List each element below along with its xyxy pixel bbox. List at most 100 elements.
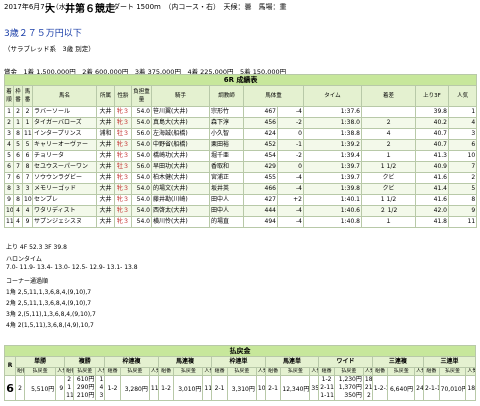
result-rank: 5 (4, 150, 14, 162)
payout-r-label: R (3, 356, 17, 376)
result-trainer: 宗形竹 (209, 106, 244, 118)
hdr-win: 単勝 (15, 356, 66, 368)
payout-subheader: 人気 (362, 367, 373, 376)
result-bracket: 1 (13, 117, 23, 129)
result-horse-no: 11 (22, 128, 33, 140)
payout-subheader: 組番 (423, 367, 440, 376)
payout-title: 払戻金 (4, 345, 476, 357)
halon-times: 7.0- 11.9- 13.4- 13.0- 12.5- 12.9- 13.1-… (6, 264, 138, 271)
result-rank: 2 (4, 117, 14, 129)
result-weight-change: -1 (277, 139, 304, 151)
result-horse-name: チョリータ (32, 150, 97, 162)
result-horse-no: 8 (22, 161, 33, 173)
result-sex-age: 牡３ (114, 128, 132, 140)
result-popularity: 3 (447, 128, 478, 140)
hdr-exacta: 馬連単 (264, 356, 320, 368)
col-trainer: 調教師 (209, 85, 244, 107)
bq-pay: 3,280円 (119, 375, 150, 401)
result-popularity: 9 (447, 205, 478, 217)
result-row: 7 6 7 ソウウンラグビー 大井 牝３ 54.0 柏木健(大井) 宮浦正 455 -4 1:39.7… (4, 172, 478, 184)
result-margin: １ (361, 216, 416, 228)
col-horse-weight: 馬体重 (243, 85, 304, 107)
q-pay: 3,010円 (173, 375, 204, 401)
result-popularity: 1 (447, 106, 478, 118)
result-margin: ２ (361, 117, 416, 129)
result-last-3f: 40.9 (415, 161, 449, 173)
col-stable: 所属 (96, 85, 115, 107)
result-popularity: 6 (447, 139, 478, 151)
result-row: 8 3 3 メモリーゴッド 大井 牝３ 54.0 的場文(大井) 坂井英 466 -4 1:39.8 ク… (4, 183, 478, 195)
payout-subheader: 組番 (15, 367, 26, 376)
corner-4: 4角 2(1,5,11),3,6,8,(4,9),10,7 (6, 322, 94, 329)
result-time: 1:40.1 (303, 194, 362, 206)
result-horse-weight: 454 (243, 150, 278, 162)
result-horse-weight: 455 (243, 172, 278, 184)
result-sex-age: 牝３ (114, 150, 132, 162)
hdr-quinella: 馬連複 (157, 356, 213, 368)
bq-num: 1-2 (104, 375, 121, 401)
result-sex-age: 牝３ (114, 117, 132, 129)
result-bracket: 4 (13, 205, 23, 217)
hdr-bracket-exacta: 枠連単 (211, 356, 266, 368)
result-weight-carried: 54.0 (131, 106, 152, 118)
result-horse-weight: 452 (243, 139, 278, 151)
payout-subheader: 払戻金 (333, 367, 364, 376)
result-horse-name: メモリーゴッド (32, 183, 97, 195)
result-weight-carried: 56.0 (131, 161, 152, 173)
payout-subheader: 人気 (465, 367, 476, 376)
result-horse-no: 1 (22, 117, 33, 129)
result-popularity: 5 (447, 183, 478, 195)
result-weight-carried: 54.0 (131, 172, 152, 184)
result-margin: 1 1/2 (361, 194, 416, 206)
result-bracket: 5 (13, 139, 23, 151)
payout-subheader: 払戻金 (438, 367, 467, 376)
result-last-3f: 41.6 (415, 194, 449, 206)
result-bracket: 8 (13, 194, 23, 206)
result-row: 1 2 2 ラバーソール 大井 牝３ 54.0 笹川翼(大井) 宗形竹 467 -4 1:37.6 39… (4, 106, 478, 118)
race-conditions: ダート 1500m （内コース・右） 天候：曇 馬場：重 (113, 3, 287, 11)
corner-title: コーナー通過順 (6, 278, 49, 285)
result-weight-change: 0 (277, 128, 304, 140)
result-trainer: 田中人 (209, 194, 244, 206)
result-margin: ２ (361, 139, 416, 151)
result-margin: ４ (361, 128, 416, 140)
result-rank: 10 (4, 205, 14, 217)
result-last-3f: 40.2 (415, 117, 449, 129)
result-bracket: 6 (13, 172, 23, 184)
result-horse-name: タイガーバローズ (32, 117, 97, 129)
place-nums: 2 1 11 (64, 375, 75, 401)
payout-subheader: 組番 (264, 367, 282, 376)
result-trainer: 小久智 (209, 128, 244, 140)
result-horse-no: 10 (22, 194, 33, 206)
payout-subheader: 組番 (64, 367, 75, 376)
result-time: 1:38.8 (303, 128, 362, 140)
result-horse-weight: 494 (243, 216, 278, 228)
result-trainer: 田中人 (209, 205, 244, 217)
result-time: 1:39.7 (303, 161, 362, 173)
payout-subheader: 払戻金 (24, 367, 57, 376)
result-horse-no: 2 (22, 106, 33, 118)
result-margin: １ (361, 150, 416, 162)
trio-num: 1-2-11 (371, 375, 389, 401)
result-horse-weight: 444 (243, 205, 278, 217)
result-horse-weight: 429 (243, 161, 278, 173)
result-horse-name: ソウウンラグビー (32, 172, 97, 184)
result-time: 1:39.2 (303, 139, 362, 151)
result-row: 9 8 10 センプレ 大井 牝３ 54.0 藤井勘(川崎) 田中人 427 +2 1:40.1 1 1… (4, 194, 478, 206)
ex-num: 2-1 (264, 375, 282, 401)
result-trainer: 坂井英 (209, 183, 244, 195)
result-stable: 大井 (96, 117, 115, 129)
trio-pop: 24 (414, 375, 425, 401)
col-horse-name: 馬名 (32, 85, 97, 107)
result-weight-change: -4 (277, 183, 304, 195)
col-popularity: 人気 (447, 85, 478, 107)
result-popularity: 11 (447, 216, 478, 228)
result-horse-no: 9 (22, 216, 33, 228)
result-margin: 1 1/2 (361, 161, 416, 173)
place-pops: 143 (95, 375, 106, 401)
result-rank: 9 (4, 194, 14, 206)
result-weight-carried: 54.0 (131, 216, 152, 228)
result-rank: 6 (4, 161, 14, 173)
result-rank: 3 (4, 128, 14, 140)
result-jockey: 横川怜(大井) (151, 216, 210, 228)
